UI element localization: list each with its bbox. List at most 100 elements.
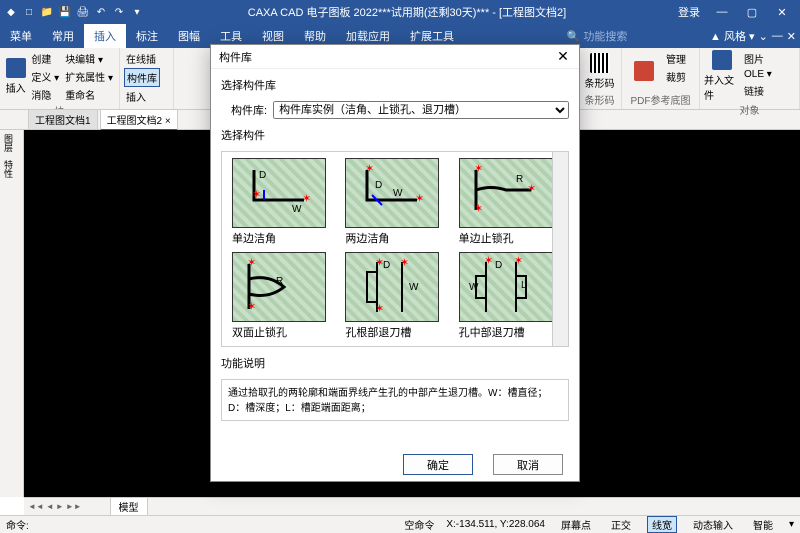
hide-block[interactable]: 消隐 [29,86,61,103]
component-library-dialog: 构件库 ✕ 选择构件库 构件库: 构件库实例（洁角、止锁孔、退刀槽） 选择构件 … [210,44,580,482]
section-select-comp: 选择构件 [221,127,569,143]
create-block[interactable]: 创建 [29,50,61,67]
qat-undo-icon[interactable]: ↶ [94,5,108,19]
svg-text:✶: ✶ [474,203,483,215]
ribbon-min-icon[interactable]: ⌄ [759,30,768,43]
smart-toggle[interactable]: 智能 [749,517,777,532]
lib-select[interactable]: 构件库实例（洁角、止锁孔、退刀槽） [273,101,569,119]
window-controls: — ▢ ✕ [708,2,796,22]
svg-text:✶: ✶ [247,301,256,313]
insert-item[interactable]: 插入 [124,88,160,105]
section-select-lib: 选择构件库 [221,77,569,93]
cmd-value: 空命令 [404,517,434,532]
svg-text:R: R [516,174,523,185]
tab-insert[interactable]: 插入 [84,24,126,48]
dialog-close-icon[interactable]: ✕ [555,48,571,65]
svg-text:✶: ✶ [252,189,261,201]
svg-text:✶: ✶ [400,257,409,269]
sheet-model[interactable]: 模型 [110,497,148,516]
ok-button[interactable]: 确定 [403,454,473,475]
sidebar-props[interactable]: 特性 [0,156,17,182]
online-insert[interactable]: 在线插 [124,50,160,67]
insert-block-button[interactable]: 插入 [4,50,27,103]
tab-common[interactable]: 常用 [42,24,84,48]
lib-label: 构件库: [231,102,267,118]
sidebar-layers[interactable]: 图层 [0,130,17,156]
screen-point[interactable]: 屏幕点 [557,517,595,532]
block-edit[interactable]: 块编辑 ▾ [63,50,115,67]
svg-text:W: W [469,282,479,293]
component-item[interactable]: DW✶✶ 两边洁角 [345,158,444,246]
image-button[interactable]: 图片 [742,50,774,67]
ribbon-close-icon[interactable]: ✕ [787,30,796,43]
svg-text:W: W [393,188,403,199]
grid-scrollbar[interactable] [552,152,568,346]
description-text: 通过拾取孔的两轮廓和端面界线产生孔的中部产生退刀槽。W：槽直径；D：槽深度；L：… [221,379,569,421]
barcode-button[interactable]: 条形码 [582,50,617,92]
svg-text:✶: ✶ [527,183,536,195]
qat-print-icon[interactable]: 🖨 [76,5,90,19]
svg-text:L: L [521,280,527,291]
qat-redo-icon[interactable]: ↷ [112,5,126,19]
svg-text:✶: ✶ [514,255,523,267]
svg-text:✶: ✶ [247,257,256,269]
component-item[interactable]: R✶✶✶ 单边止锁孔 [459,158,558,246]
coords: X:-134.511, Y:228.064 [446,519,545,530]
section-desc: 功能说明 [221,355,569,371]
tab-close-icon[interactable]: × [165,116,171,127]
qat-open-icon[interactable]: 📁 [40,5,54,19]
login-link[interactable]: 登录 [670,4,708,20]
rename-block[interactable]: 重命名 [63,86,115,103]
ole-button[interactable]: OLE ▾ [742,68,774,81]
svg-text:D: D [375,180,382,191]
cmd-label: 命令: [6,517,29,532]
dyn-input-toggle[interactable]: 动态输入 [689,517,737,532]
qat-new-icon[interactable]: □ [22,5,36,19]
svg-text:R: R [276,276,283,287]
minimize-button[interactable]: — [708,2,736,22]
link-button[interactable]: 链接 [742,82,774,99]
pdf-button[interactable] [626,50,662,92]
svg-text:✶: ✶ [365,163,374,175]
svg-text:✶: ✶ [415,193,424,205]
svg-text:✶: ✶ [375,257,384,269]
svg-text:✶: ✶ [302,193,311,205]
component-grid: DW✶✶ 单边洁角 DW✶✶ 两边洁角 R✶✶✶ 单边止锁孔 R✶✶ 双面止锁孔… [221,151,569,347]
define-block[interactable]: 定义 ▾ [29,68,61,85]
app-icon: ◆ [4,5,18,19]
component-lib[interactable]: 构件库 [124,68,160,87]
tab-annotate[interactable]: 标注 [126,24,168,48]
search-placeholder[interactable]: 🔍 功能搜索 [567,28,628,44]
status-bar: 命令: 空命令 X:-134.511, Y:228.064 屏幕点 正交 线宽 … [0,515,800,533]
pdf-clip[interactable]: 裁剪 [664,68,688,85]
title-bar: ◆ □ 📁 💾 🖨 ↶ ↷ ▾ CAXA CAD 电子图板 2022***试用期… [0,0,800,24]
doc-tab-2[interactable]: 工程图文档2 × [100,109,178,131]
tab-menu[interactable]: 菜单 [0,24,42,48]
status-dropdown-icon[interactable]: ▾ [789,519,794,530]
doc-tab-1[interactable]: 工程图文档1 [28,109,98,130]
cancel-button[interactable]: 取消 [493,454,563,475]
svg-text:✶: ✶ [474,163,483,175]
component-item[interactable]: R✶✶ 双面止锁孔 [232,252,331,340]
dialog-title: 构件库 [219,49,252,65]
ribbon-help-icon[interactable]: — [772,30,783,42]
component-item[interactable]: DW✶✶✶ 孔根部退刀槽 [345,252,444,340]
component-item[interactable]: DWL✶✶ 孔中部退刀槽 [459,252,558,340]
tab-frame[interactable]: 图幅 [168,24,210,48]
ortho-toggle[interactable]: 正交 [607,517,635,532]
close-button[interactable]: ✕ [768,2,796,22]
qat-save-icon[interactable]: 💾 [58,5,72,19]
svg-text:✶: ✶ [375,303,384,315]
svg-text:W: W [409,282,419,293]
svg-text:D: D [259,170,266,181]
qat-dropdown-icon[interactable]: ▾ [130,5,144,19]
merge-file-button[interactable]: 并入文件 [704,50,740,102]
pdf-manage[interactable]: 管理 [664,50,688,67]
style-dropdown[interactable]: ▲ 风格 ▾ [710,28,755,44]
ext-attr[interactable]: 扩充属性 ▾ [63,68,115,85]
maximize-button[interactable]: ▢ [738,2,766,22]
window-title: CAXA CAD 电子图板 2022***试用期(还剩30天)*** - [工程… [144,4,670,20]
sheet-bar: ◄◄◄►►► 模型 [24,497,800,515]
component-item[interactable]: DW✶✶ 单边洁角 [232,158,331,246]
linewidth-toggle[interactable]: 线宽 [647,516,677,533]
